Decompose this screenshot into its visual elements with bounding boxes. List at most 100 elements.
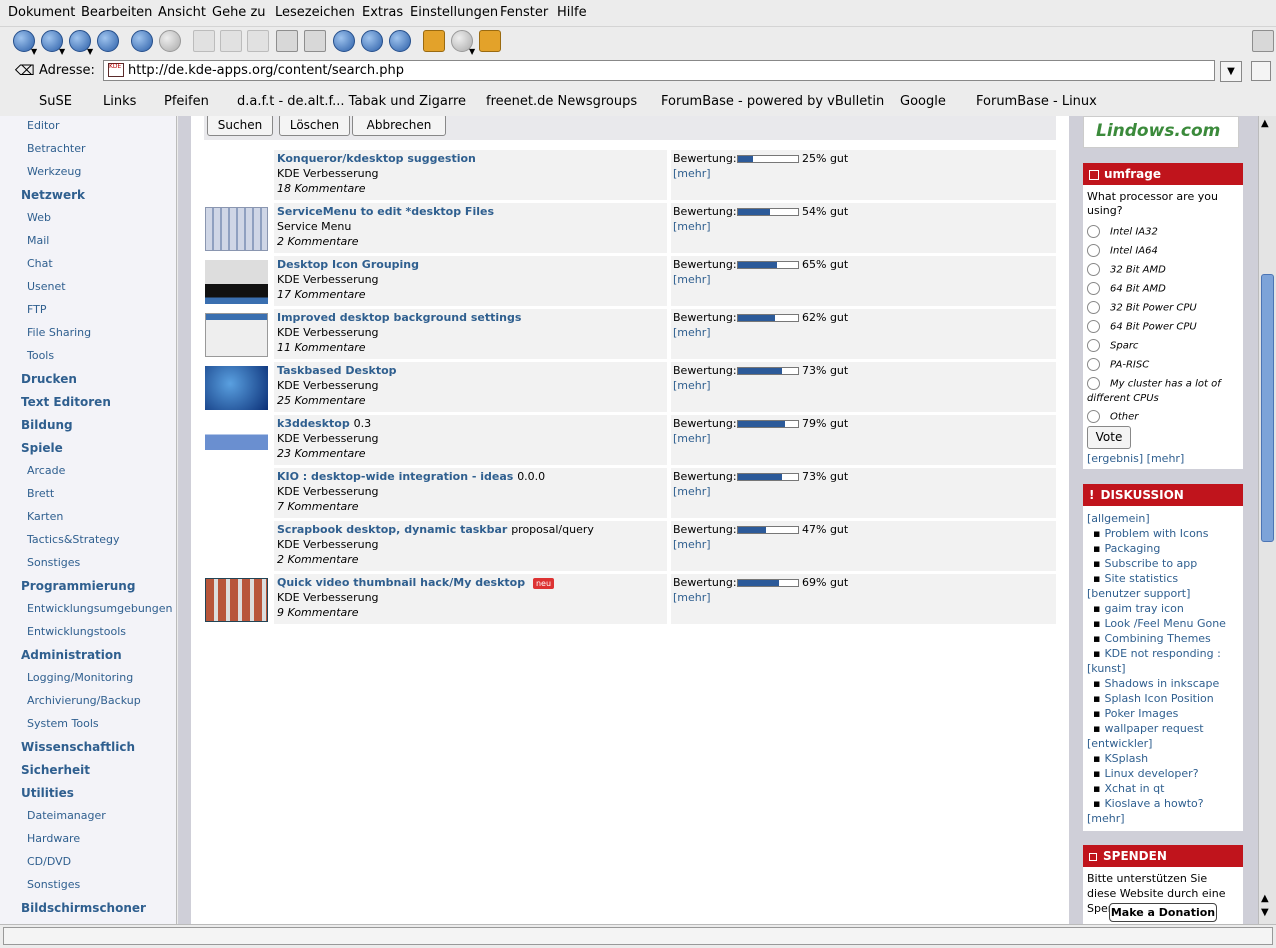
sidebar-item-wissenschaftlich[interactable]: Wissenschaftlich xyxy=(21,740,135,754)
sidebar-item-drucken[interactable]: Drucken xyxy=(21,372,77,386)
poll-option[interactable]: 64 Bit AMD xyxy=(1087,282,1239,297)
clear-button[interactable]: Löschen xyxy=(279,116,350,136)
bookmark-pfeifen[interactable]: Pfeifen xyxy=(164,94,209,109)
result-title-link[interactable]: ServiceMenu to edit *desktop Files xyxy=(277,205,494,218)
sidebar-item-karten[interactable]: Karten xyxy=(27,510,63,523)
sidebar-item-tools[interactable]: Tools xyxy=(27,349,54,362)
scroll-down-icon[interactable]: ▼ xyxy=(1261,907,1269,918)
poll-result-link[interactable]: [ergebnis] xyxy=(1087,452,1143,465)
menu-gehe-zu[interactable]: Gehe zu xyxy=(212,5,266,20)
stop-icon[interactable] xyxy=(159,30,181,52)
discussion-category-link[interactable]: [allgemein] xyxy=(1087,512,1150,525)
more-link[interactable]: [mehr] xyxy=(673,379,711,392)
poll-option[interactable]: 32 Bit AMD xyxy=(1087,263,1239,278)
print-frame-icon[interactable] xyxy=(304,30,326,52)
sidebar-item-entwicklungsumgebungen[interactable]: Entwicklungsumgebungen xyxy=(27,602,173,615)
bookmark-daft[interactable]: d.a.f.t - de.alt.f... Tabak und Zigarre xyxy=(237,94,466,109)
bookmark-forumbase-linux[interactable]: ForumBase - Linux xyxy=(976,94,1097,109)
poll-option[interactable]: 32 Bit Power CPU xyxy=(1087,301,1239,316)
menu-lesezeichen[interactable]: Lesezeichen xyxy=(275,5,355,20)
poll-option[interactable]: Other xyxy=(1087,410,1239,425)
poll-more-link[interactable]: [mehr] xyxy=(1147,452,1185,465)
scroll-thumb[interactable] xyxy=(1261,274,1274,542)
sidebar-item-bildschirmschoner[interactable]: Bildschirmschoner xyxy=(21,901,146,915)
result-comments[interactable]: 25 Kommentare xyxy=(277,394,366,407)
poll-option[interactable]: PA-RISC xyxy=(1087,358,1239,373)
bookmark-google[interactable]: Google xyxy=(900,94,946,109)
sidebar-item-entwicklungstools[interactable]: Entwicklungstools xyxy=(27,625,126,638)
poll-option[interactable]: Intel IA64 xyxy=(1087,244,1239,259)
discussion-thread-link[interactable]: ▪ wallpaper request xyxy=(1093,722,1204,735)
url-dropdown-icon[interactable]: ▼ xyxy=(1220,61,1242,82)
radio-button[interactable] xyxy=(1087,244,1100,257)
zoom-out-icon[interactable] xyxy=(389,30,411,52)
cancel-button[interactable]: Abbrechen xyxy=(352,116,446,136)
poll-option[interactable]: My cluster has a lot of different CPUs xyxy=(1087,377,1239,406)
discussion-thread-link[interactable]: ▪ KDE not responding : xyxy=(1093,647,1221,660)
menu-hilfe[interactable]: Hilfe xyxy=(557,5,587,20)
sidebar-item-archivierung-backup[interactable]: Archivierung/Backup xyxy=(27,694,141,707)
result-title-link[interactable]: Improved desktop background settings xyxy=(277,311,521,324)
result-comments[interactable]: 18 Kommentare xyxy=(277,182,366,195)
screenshot-thumbnail[interactable] xyxy=(205,419,268,463)
reload-icon[interactable] xyxy=(131,30,153,52)
discussion-category-link[interactable]: [benutzer support] xyxy=(1087,587,1190,600)
sidebar-item-file-sharing[interactable]: File Sharing xyxy=(27,326,91,339)
discussion-thread-link[interactable]: ▪ Look /Feel Menu Gone xyxy=(1093,617,1226,630)
more-link[interactable]: [mehr] xyxy=(673,167,711,180)
sidebar-item-bildung[interactable]: Bildung xyxy=(21,418,73,432)
result-title-link[interactable]: Scrapbook desktop, dynamic taskbar propo… xyxy=(277,523,594,536)
result-comments[interactable]: 17 Kommentare xyxy=(277,288,366,301)
chevron-down-icon[interactable]: ▼ xyxy=(87,48,93,56)
more-link[interactable]: [mehr] xyxy=(673,485,711,498)
sidebar-item-tactics-strategy[interactable]: Tactics&Strategy xyxy=(27,533,120,546)
result-title-link[interactable]: KIO : desktop-wide integration - ideas 0… xyxy=(277,470,545,483)
paste-icon[interactable] xyxy=(247,30,269,52)
result-comments[interactable]: 2 Kommentare xyxy=(277,235,359,248)
menu-bearbeiten[interactable]: Bearbeiten xyxy=(81,5,152,20)
discussion-thread-link[interactable]: ▪ Poker Images xyxy=(1093,707,1178,720)
more-link[interactable]: [mehr] xyxy=(673,591,711,604)
sidebar-item-betrachter[interactable]: Betrachter xyxy=(27,142,86,155)
sidebar-item-mail[interactable]: Mail xyxy=(27,234,49,247)
radio-button[interactable] xyxy=(1087,410,1100,423)
menu-ansicht[interactable]: Ansicht xyxy=(158,5,206,20)
sidebar-item-arcade[interactable]: Arcade xyxy=(27,464,65,477)
more-link[interactable]: [mehr] xyxy=(673,432,711,445)
discussion-category-link[interactable]: [kunst] xyxy=(1087,662,1126,675)
screenshot-thumbnail[interactable] xyxy=(205,366,268,410)
more-link[interactable]: [mehr] xyxy=(673,273,711,286)
discussion-thread-link[interactable]: ▪ gaim tray icon xyxy=(1093,602,1184,615)
discussion-thread-link[interactable]: ▪ Shadows in inkscape xyxy=(1093,677,1219,690)
cut-icon[interactable] xyxy=(193,30,215,52)
sidebar-item-netzwerk[interactable]: Netzwerk xyxy=(21,188,85,202)
menu-fenster[interactable]: Fenster xyxy=(500,5,548,20)
screenshot-thumbnail[interactable] xyxy=(205,207,268,251)
sidebar-item-sonstiges[interactable]: Sonstiges xyxy=(27,556,80,569)
sidebar-item-spiele[interactable]: Spiele xyxy=(21,441,63,455)
sponsor-banner[interactable]: Lindows.com xyxy=(1083,116,1239,148)
poll-option[interactable]: 64 Bit Power CPU xyxy=(1087,320,1239,335)
result-comments[interactable]: 23 Kommentare xyxy=(277,447,366,460)
discussion-thread-link[interactable]: ▪ KSplash xyxy=(1093,752,1148,765)
result-title-link[interactable]: Quick video thumbnail hack/My desktop ne… xyxy=(277,576,555,589)
discussion-category-link[interactable]: [mehr] xyxy=(1087,812,1125,825)
sidebar-item-system-tools[interactable]: System Tools xyxy=(27,717,99,730)
sidebar-item-editor[interactable]: Editor xyxy=(27,119,60,132)
result-title-link[interactable]: Konqueror/kdesktop suggestion xyxy=(277,152,476,165)
result-title-link[interactable]: Desktop Icon Grouping xyxy=(277,258,419,271)
sidebar-item-sicherheit[interactable]: Sicherheit xyxy=(21,763,90,777)
copy-icon[interactable] xyxy=(220,30,242,52)
sidebar-item-text-editoren[interactable]: Text Editoren xyxy=(21,395,111,409)
discussion-thread-link[interactable]: ▪ Linux developer? xyxy=(1093,767,1199,780)
radio-button[interactable] xyxy=(1087,377,1100,390)
sidebar-item-dateimanager[interactable]: Dateimanager xyxy=(27,809,106,822)
poll-option[interactable]: Intel IA32 xyxy=(1087,225,1239,240)
chevron-down-icon[interactable]: ▼ xyxy=(469,48,475,56)
menu-extras[interactable]: Extras xyxy=(362,5,403,20)
discussion-category-link[interactable]: [entwickler] xyxy=(1087,737,1152,750)
bookmark-freenet[interactable]: freenet.de Newsgroups xyxy=(486,94,637,109)
screenshot-thumbnail[interactable] xyxy=(205,313,268,357)
discussion-thread-link[interactable]: ▪ Splash Icon Position xyxy=(1093,692,1214,705)
vote-button[interactable]: Vote xyxy=(1087,426,1131,449)
